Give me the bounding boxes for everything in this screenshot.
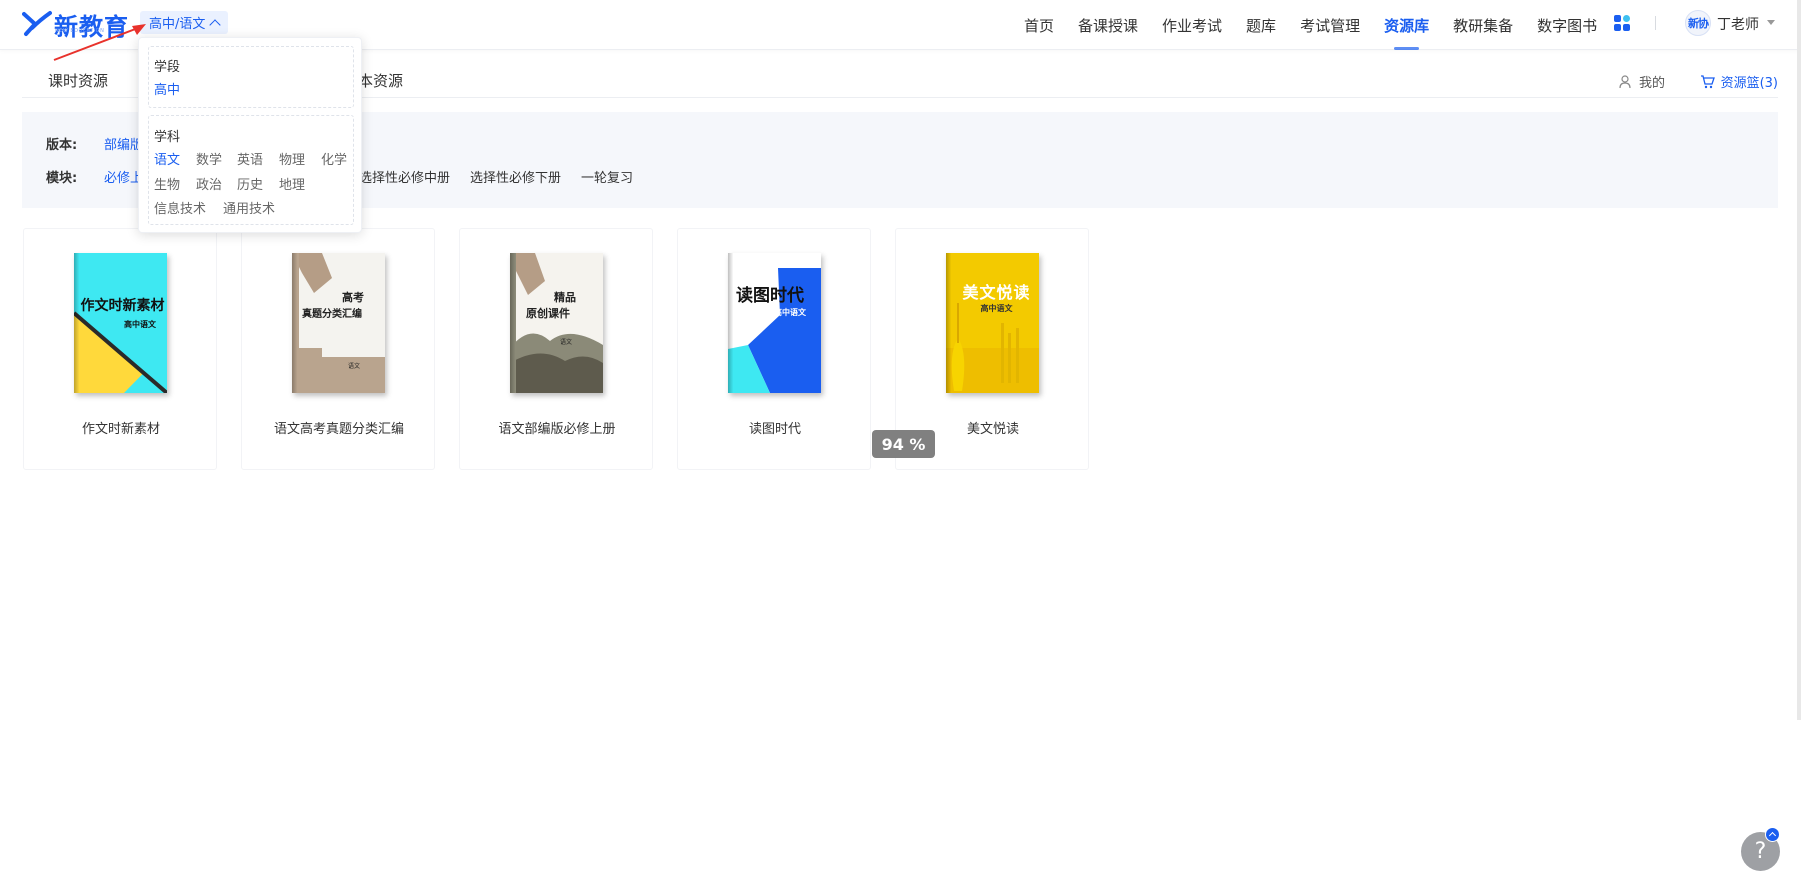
user-name[interactable]: 丁老师 <box>1717 14 1759 34</box>
card-title[interactable]: 作文时新素材 <box>24 418 218 437</box>
subject-option-it[interactable]: 信息技术 <box>154 198 206 217</box>
nav-teaching-research[interactable]: 教研集备 <box>1453 0 1513 50</box>
app-root: 新教育 NEW EDUCATION 高中/语文 首页 备课授课 作业考试 题库 … <box>0 0 1801 880</box>
apps-tile <box>1614 24 1621 31</box>
resource-basket-label: 资源篮(3) <box>1720 76 1778 91</box>
stage-subject-dropdown: 学段 高中 学科 语文 数学 英语 物理 化学 生物 政治 历史 地理 信息技术… <box>138 37 362 233</box>
cover-title: 作文时新素材 <box>80 298 165 314</box>
module-label: 模块: <box>46 171 78 186</box>
card-title[interactable]: 语文高考真题分类汇编 <box>242 418 436 437</box>
stage-option-high-school[interactable]: 高中 <box>154 79 180 98</box>
logo-mark-icon <box>22 11 52 36</box>
avatar[interactable]: 新协 <box>1685 10 1711 36</box>
cover-art <box>728 268 821 393</box>
cover-spine <box>510 253 515 393</box>
cover-subtitle: 高中语文 <box>774 308 806 317</box>
cover-art <box>292 253 385 393</box>
book-cover: 高考 真题分类汇编 语文 <box>292 253 385 393</box>
chevron-up-icon[interactable] <box>1765 827 1780 842</box>
subject-heading: 学科 <box>154 130 181 145</box>
cover-tag: 语文 <box>560 339 573 346</box>
cover-spine <box>946 253 951 393</box>
module-option[interactable]: 一轮复习 <box>581 167 633 186</box>
resource-card[interactable]: 高考 真题分类汇编 语文 语文高考真题分类汇编 <box>241 228 435 470</box>
cover-subtitle: 真题分类汇编 <box>302 309 362 320</box>
annotation-arrow-icon <box>53 24 146 61</box>
book-cover: 作文时新素材 高中语文 <box>74 253 167 393</box>
subject-option-geography[interactable]: 地理 <box>279 174 305 193</box>
book-cover: 读图时代 高中语文 <box>728 253 821 393</box>
nav-homework-exam[interactable]: 作业考试 <box>1162 0 1222 50</box>
module-option[interactable]: 选择性必修中册 <box>359 167 450 186</box>
apps-tile <box>1623 15 1630 22</box>
cover-title: 高考 <box>342 291 364 304</box>
cart-icon <box>1700 74 1715 88</box>
apps-grid-icon[interactable] <box>1614 15 1630 31</box>
subject-option-chemistry[interactable]: 化学 <box>321 149 347 168</box>
subject-option-math[interactable]: 数学 <box>196 149 222 168</box>
stage-heading: 学段 <box>154 60 181 75</box>
cover-subtitle: 高中语文 <box>124 320 156 329</box>
caret-down-icon[interactable] <box>1767 20 1775 25</box>
mine-label: 我的 <box>1638 76 1665 91</box>
nav-resource-library[interactable]: 资源库 <box>1384 0 1429 50</box>
cover-spine <box>292 253 297 393</box>
subject-option-chinese[interactable]: 语文 <box>154 149 180 168</box>
book-cover: 精品 原创课件 语文 <box>510 253 603 393</box>
apps-tile <box>1623 24 1630 31</box>
tab-school-resources[interactable]: 本资源 <box>358 70 403 91</box>
tab-lesson-resources[interactable]: 课时资源 <box>48 70 108 91</box>
nav-exam-management[interactable]: 考试管理 <box>1300 0 1360 50</box>
cover-art <box>510 253 603 393</box>
cover-art <box>946 303 1039 393</box>
header-divider <box>1655 16 1656 30</box>
cover-subtitle: 高中语文 <box>980 304 1013 313</box>
subject-option-biology[interactable]: 生物 <box>154 174 180 193</box>
resource-card[interactable]: 作文时新素材 高中语文 作文时新素材 <box>23 228 217 470</box>
person-icon <box>1619 75 1631 88</box>
edition-label: 版本: <box>46 138 78 153</box>
cover-spine <box>728 253 733 393</box>
nav-question-bank[interactable]: 题库 <box>1246 0 1276 50</box>
mine-link[interactable]: 我的 <box>1619 72 1665 91</box>
module-option[interactable]: 选择性必修下册 <box>470 167 561 186</box>
book-cover: 美文悦读 高中语文 <box>946 253 1039 393</box>
cover-title: 美文悦读 <box>962 283 1031 302</box>
cover-subtitle: 原创课件 <box>526 307 570 320</box>
card-title[interactable]: 读图时代 <box>678 418 872 437</box>
nav-home[interactable]: 首页 <box>1024 0 1054 50</box>
zoom-level-badge: 94 % <box>872 430 935 458</box>
resource-card[interactable]: 精品 原创课件 语文 语文部编版必修上册 <box>459 228 653 470</box>
cover-spine <box>74 253 79 393</box>
subject-option-politics[interactable]: 政治 <box>196 174 222 193</box>
nav-digital-books[interactable]: 数字图书 <box>1537 0 1597 50</box>
subject-option-english[interactable]: 英语 <box>237 149 263 168</box>
scrollbar[interactable] <box>1797 0 1801 720</box>
apps-tile <box>1614 15 1621 22</box>
cover-title: 读图时代 <box>736 286 804 306</box>
resource-basket-button[interactable]: 资源篮(3) <box>1700 72 1778 91</box>
cover-tag: 语文 <box>348 363 361 370</box>
cover-title: 精品 <box>554 291 576 304</box>
subject-option-general-tech[interactable]: 通用技术 <box>223 198 275 217</box>
chevron-up-icon <box>209 18 222 31</box>
card-title[interactable]: 语文部编版必修上册 <box>460 418 654 437</box>
stage-subject-label: 高中/语文 <box>149 17 206 32</box>
subject-option-history[interactable]: 历史 <box>237 174 263 193</box>
main-nav: 首页 备课授课 作业考试 题库 考试管理 资源库 教研集备 数字图书 <box>1024 0 1621 50</box>
nav-lesson-prep[interactable]: 备课授课 <box>1078 0 1138 50</box>
stage-subject-selector[interactable]: 高中/语文 <box>140 11 229 34</box>
resource-card[interactable]: 读图时代 高中语文 读图时代 <box>677 228 871 470</box>
subject-option-physics[interactable]: 物理 <box>279 149 305 168</box>
